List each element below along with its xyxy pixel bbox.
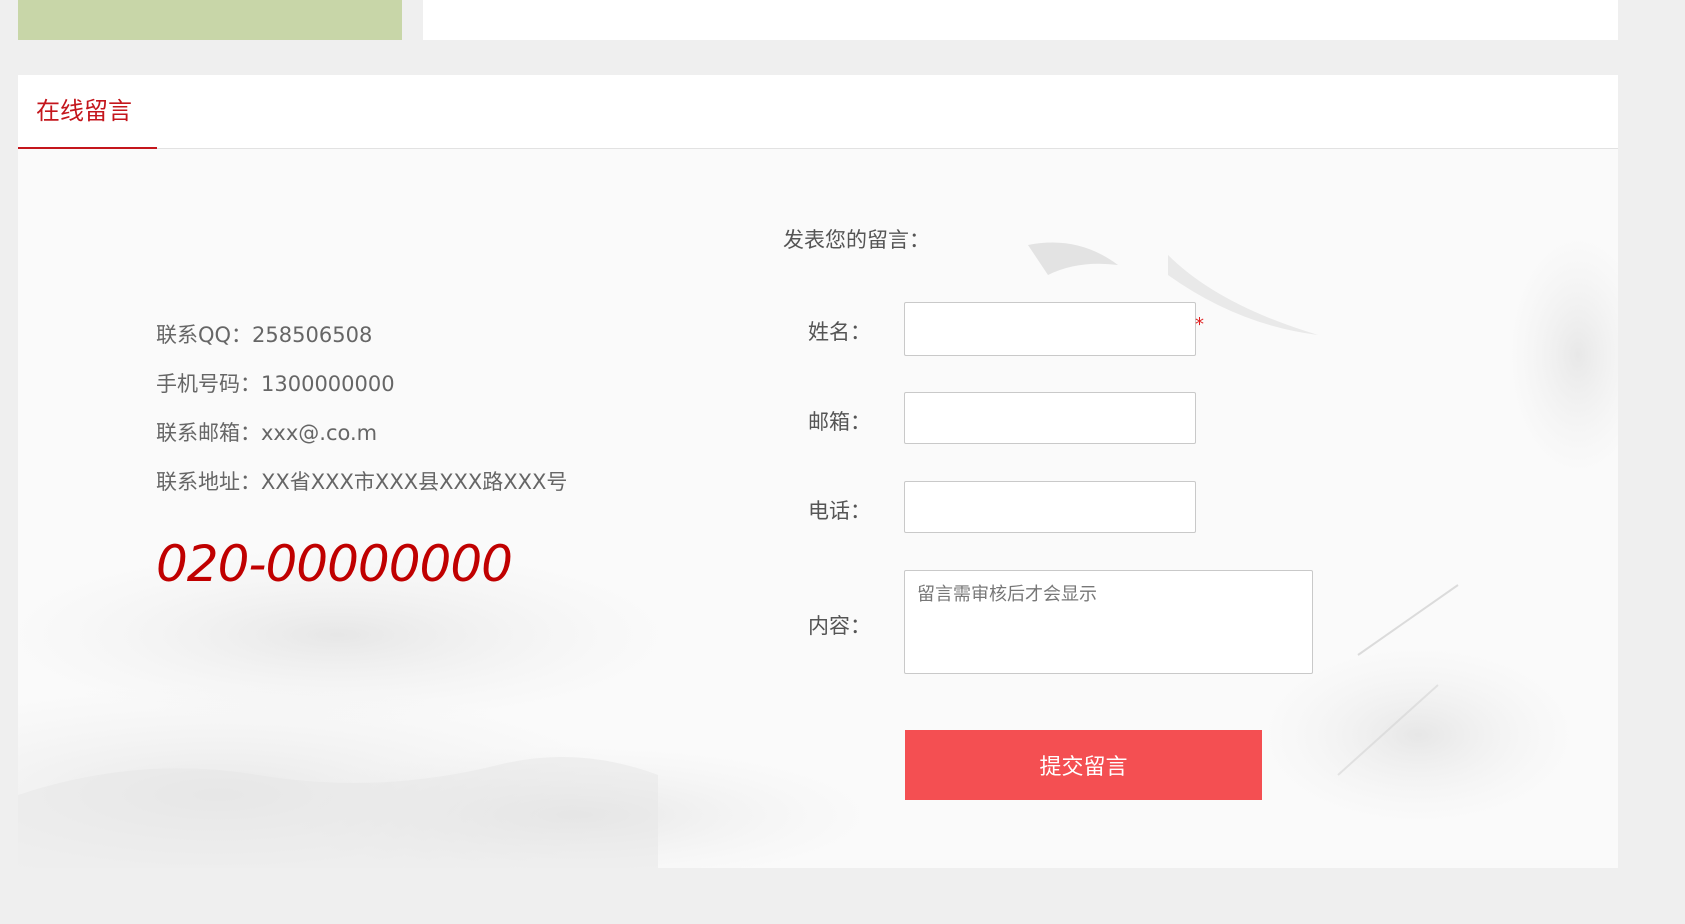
email-label: 邮箱： bbox=[808, 410, 871, 434]
contact-info: 联系QQ：258506508 手机号码：1300000000 联系邮箱：xxx@… bbox=[156, 311, 567, 593]
top-content-block bbox=[423, 0, 1618, 40]
name-input[interactable] bbox=[904, 302, 1196, 356]
submit-message-button[interactable]: 提交留言 bbox=[905, 730, 1262, 800]
phone-label: 电话： bbox=[808, 499, 871, 523]
email-input[interactable] bbox=[904, 392, 1196, 444]
panel-header: 在线留言 bbox=[18, 75, 1618, 149]
contact-address: 联系地址：XX省XXX市XXX县XXX路XXX号 bbox=[156, 470, 568, 494]
content-textarea[interactable] bbox=[904, 570, 1313, 674]
content-label: 内容： bbox=[808, 614, 871, 638]
name-label: 姓名： bbox=[808, 320, 871, 344]
message-panel: 在线留言 联系QQ：258506508 手机号码：1300000000 联系邮箱… bbox=[18, 75, 1618, 868]
form-title: 发表您的留言： bbox=[783, 228, 930, 252]
contact-email: 联系邮箱：xxx@.co.m bbox=[156, 421, 378, 445]
contact-mobile: 手机号码：1300000000 bbox=[156, 372, 395, 396]
contact-qq: 联系QQ：258506508 bbox=[156, 323, 373, 347]
top-image-placeholder bbox=[18, 0, 402, 40]
hotline-number: 020-00000000 bbox=[156, 535, 513, 593]
phone-input[interactable] bbox=[904, 481, 1196, 533]
required-mark: * bbox=[1195, 314, 1204, 335]
tab-online-message[interactable]: 在线留言 bbox=[18, 75, 157, 149]
